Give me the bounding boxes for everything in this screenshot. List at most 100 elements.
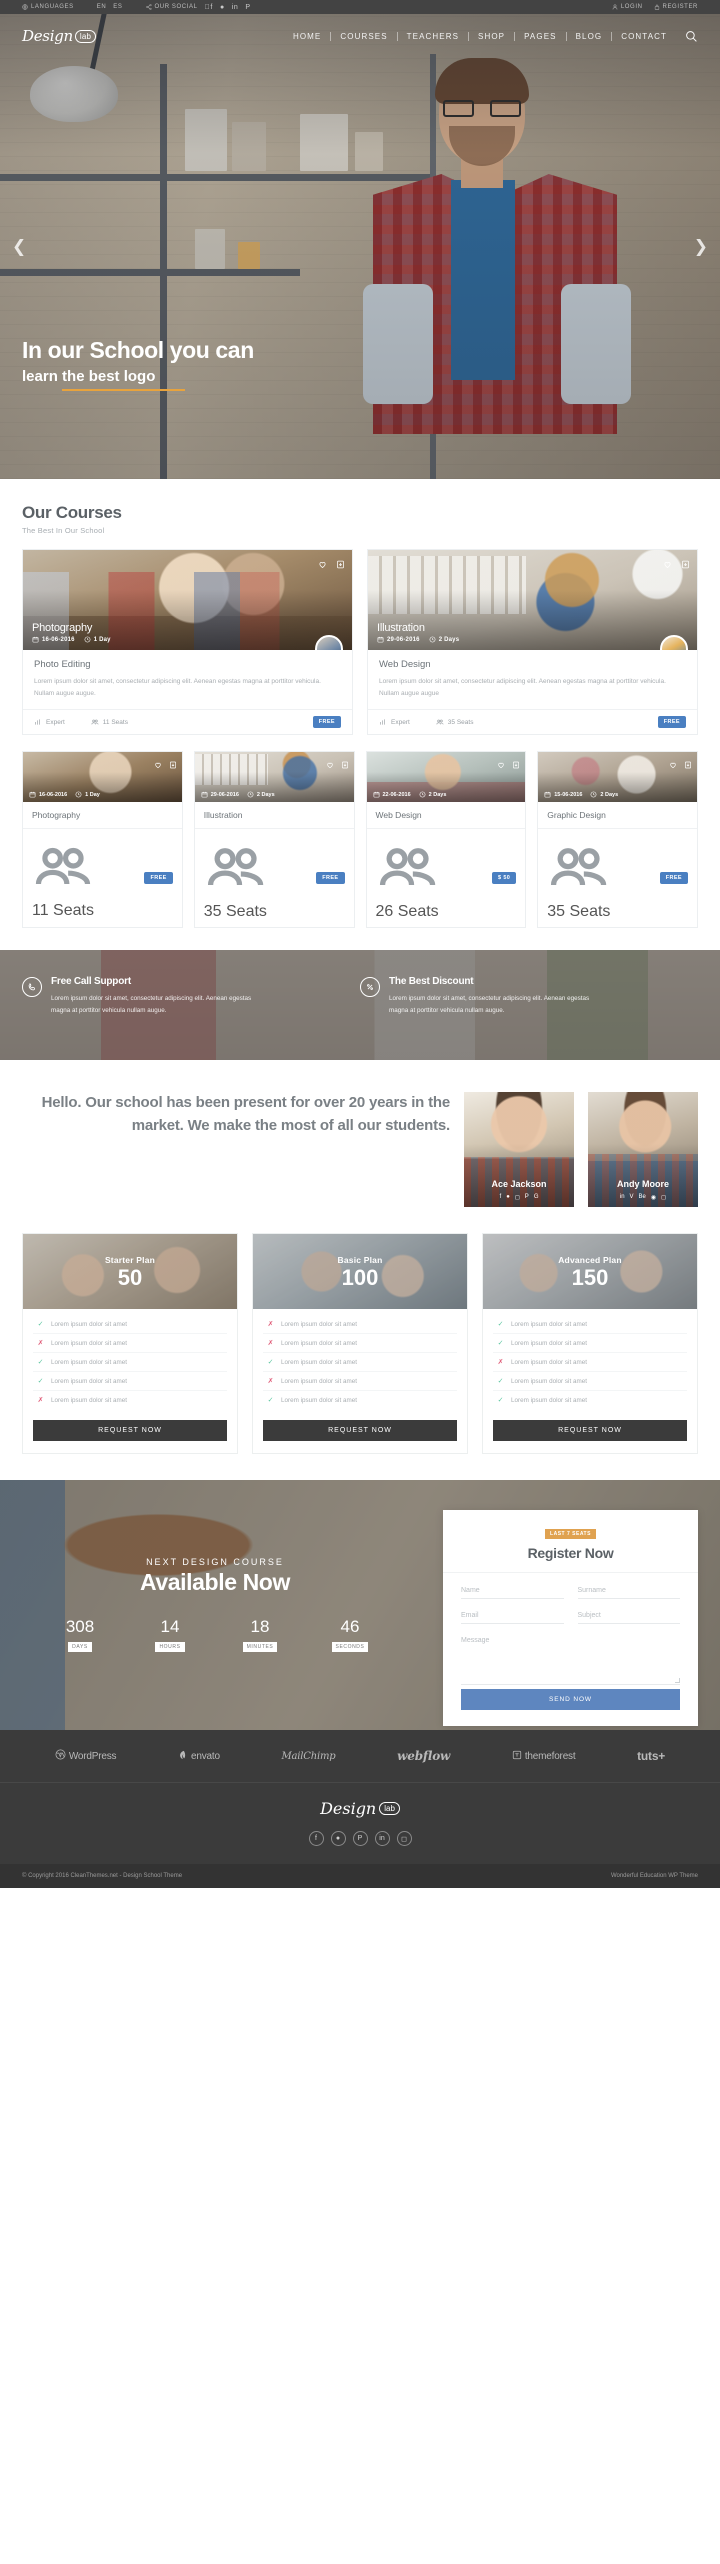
course-price-badge[interactable]: $ 50 xyxy=(491,872,517,885)
course-meta: Illustration 29-06-2016 2 Days xyxy=(377,622,459,643)
course-duration: 2 Days xyxy=(247,791,275,798)
nav-item-shop[interactable]: SHOP xyxy=(469,32,514,41)
mini-course-card[interactable]: 22-06-2016 2 Days Web Design 26 Seats $ … xyxy=(365,751,527,929)
heart-icon[interactable] xyxy=(669,756,677,774)
resize-handle-icon[interactable] xyxy=(675,1678,680,1684)
cross-icon: ✗ xyxy=(267,1321,274,1329)
course-price-badge[interactable]: FREE xyxy=(657,716,686,729)
brand-themeforest[interactable]: themeforest xyxy=(512,1750,576,1763)
request-now-button[interactable]: REQUEST NOW xyxy=(493,1420,687,1442)
cross-icon: ✗ xyxy=(37,1340,44,1348)
pricing-section: Starter Plan 50 ✓ Lorem ipsum dolor sit a… xyxy=(0,1207,720,1455)
facebook-icon[interactable]: f xyxy=(500,1194,502,1201)
cta-copy: NEXT DESIGN COURSE Available Now 308 DAY… xyxy=(0,1480,430,1730)
nav-item-teachers[interactable]: TEACHERS xyxy=(398,32,468,41)
plan-feature: ✓ Lorem ipsum dolor sit amet xyxy=(493,1315,687,1335)
themeforest-icon xyxy=(512,1750,522,1763)
instagram-icon[interactable]: ◻ xyxy=(396,1831,412,1847)
twitter-icon[interactable]: ● xyxy=(330,1831,346,1847)
vimeo-icon[interactable]: V xyxy=(630,1194,634,1201)
course-card[interactable]: Photography 16-06-2016 1 Day Photo Editi… xyxy=(22,549,353,736)
request-now-button[interactable]: REQUEST NOW xyxy=(263,1420,457,1442)
top-bar: LANGUAGES EN ES OUR SOCIAL f ● in P L xyxy=(0,0,720,14)
nav-item-courses[interactable]: COURSES xyxy=(331,32,396,41)
course-price-badge[interactable]: FREE xyxy=(144,871,173,884)
instagram-icon[interactable]: ◻ xyxy=(515,1194,520,1201)
courses-section: Our Courses The Best In Our School Photo… xyxy=(0,479,720,929)
request-now-button[interactable]: REQUEST NOW xyxy=(33,1420,227,1442)
course-seats: 26 Seats xyxy=(376,835,439,921)
hero-next-icon[interactable]: ❯ xyxy=(694,237,708,257)
course-price-badge[interactable]: FREE xyxy=(659,872,688,885)
lang-en[interactable]: EN xyxy=(97,4,107,10)
cta-section: NEXT DESIGN COURSE Available Now 308 DAY… xyxy=(0,1480,720,1731)
bookmark-icon[interactable] xyxy=(512,756,520,774)
languages-selector[interactable]: LANGUAGES xyxy=(22,4,74,10)
teacher-card[interactable]: Ace Jackson f ● ◻ P G xyxy=(464,1092,574,1208)
lang-es[interactable]: ES xyxy=(113,4,122,10)
hero-prev-icon[interactable]: ❮ xyxy=(12,237,26,257)
users-icon xyxy=(207,848,263,886)
course-seats: 11 Seats xyxy=(91,718,128,726)
email-input[interactable]: Email xyxy=(461,1612,564,1625)
about-heading: Hello. Our school has been present for o… xyxy=(41,1094,451,1134)
register-button[interactable]: REGISTER xyxy=(654,4,698,10)
our-social-link[interactable]: OUR SOCIAL xyxy=(145,4,198,10)
brand-wordpress[interactable]: WordPress xyxy=(55,1749,117,1763)
pinterest-icon[interactable]: P xyxy=(525,1194,529,1201)
subject-input[interactable]: Subject xyxy=(577,1612,680,1625)
nav-item-pages[interactable]: PAGES xyxy=(515,32,565,41)
heart-icon[interactable] xyxy=(154,756,162,774)
mini-course-card[interactable]: 29-06-2016 2 Days Illustration 35 Seats … xyxy=(193,751,355,929)
teacher-card[interactable]: Andy Moore in V Be ◉ ◻ xyxy=(588,1092,698,1208)
brand-mailchimp[interactable]: MailChimp xyxy=(281,1751,335,1762)
mini-course-card[interactable]: 15-06-2016 2 Days Graphic Design 35 Seat… xyxy=(537,751,698,929)
footer: Design lab f ● P in ◻ xyxy=(0,1782,720,1865)
bookmark-icon[interactable] xyxy=(684,756,692,774)
surname-input[interactable]: Surname xyxy=(577,1587,680,1600)
nav-item-contact[interactable]: CONTACT xyxy=(612,32,676,41)
search-icon[interactable] xyxy=(685,30,698,43)
linkedin-icon[interactable]: in xyxy=(232,4,239,11)
twitter-icon[interactable]: ● xyxy=(220,4,225,11)
nav-item-blog[interactable]: BLOG xyxy=(567,32,612,41)
login-button[interactable]: LOGIN xyxy=(612,4,643,10)
behance-icon[interactable]: Be xyxy=(639,1194,646,1201)
bookmark-icon[interactable] xyxy=(336,556,345,574)
linkedin-icon[interactable]: in xyxy=(620,1194,625,1201)
brand-envato[interactable]: envato xyxy=(178,1750,220,1763)
linkedin-icon[interactable]: in xyxy=(374,1831,390,1847)
message-textarea[interactable]: Message xyxy=(461,1637,680,1686)
googleplus-icon[interactable]: G xyxy=(534,1194,539,1201)
facebook-icon[interactable]: f xyxy=(308,1831,324,1847)
course-price-badge[interactable]: FREE xyxy=(316,872,345,885)
bookmark-icon[interactable] xyxy=(681,556,690,574)
pinterest-icon[interactable]: P xyxy=(352,1831,368,1847)
brand-label: themeforest xyxy=(524,1750,576,1762)
course-price-badge[interactable]: FREE xyxy=(312,716,341,729)
courses-subtitle: The Best In Our School xyxy=(22,526,105,535)
brand-webflow[interactable]: webflow xyxy=(397,1749,450,1763)
heart-icon[interactable] xyxy=(326,756,334,774)
facebook-icon[interactable]: f xyxy=(205,4,213,11)
course-card[interactable]: Illustration 29-06-2016 2 Days Web Desig… xyxy=(367,549,698,736)
nav-item-home[interactable]: HOME xyxy=(284,32,330,41)
name-input[interactable]: Name xyxy=(461,1587,564,1600)
footer-logo[interactable]: Design lab xyxy=(320,1799,400,1818)
heart-icon[interactable] xyxy=(318,556,327,574)
pinterest-icon[interactable]: P xyxy=(245,4,250,11)
heart-icon[interactable] xyxy=(663,556,672,574)
mini-course-card[interactable]: 16-06-2016 1 Day Photography 11 Seats FR… xyxy=(22,751,183,929)
twitter-icon[interactable]: ● xyxy=(506,1194,510,1201)
brand-tutsplus[interactable]: tuts+ xyxy=(637,1749,665,1763)
site-logo[interactable]: Design lab xyxy=(22,27,97,45)
countdown-unit: 308 DAYS xyxy=(46,1618,114,1653)
send-now-button[interactable]: SEND NOW xyxy=(461,1689,680,1711)
plan-price: 100 xyxy=(341,1264,379,1290)
heart-icon[interactable] xyxy=(497,756,505,774)
instagram-icon[interactable]: ◻ xyxy=(661,1194,666,1201)
course-thumbnail: 15-06-2016 2 Days xyxy=(538,752,697,803)
dribbble-icon[interactable]: ◉ xyxy=(651,1194,656,1201)
bookmark-icon[interactable] xyxy=(169,756,177,774)
bookmark-icon[interactable] xyxy=(341,756,349,774)
